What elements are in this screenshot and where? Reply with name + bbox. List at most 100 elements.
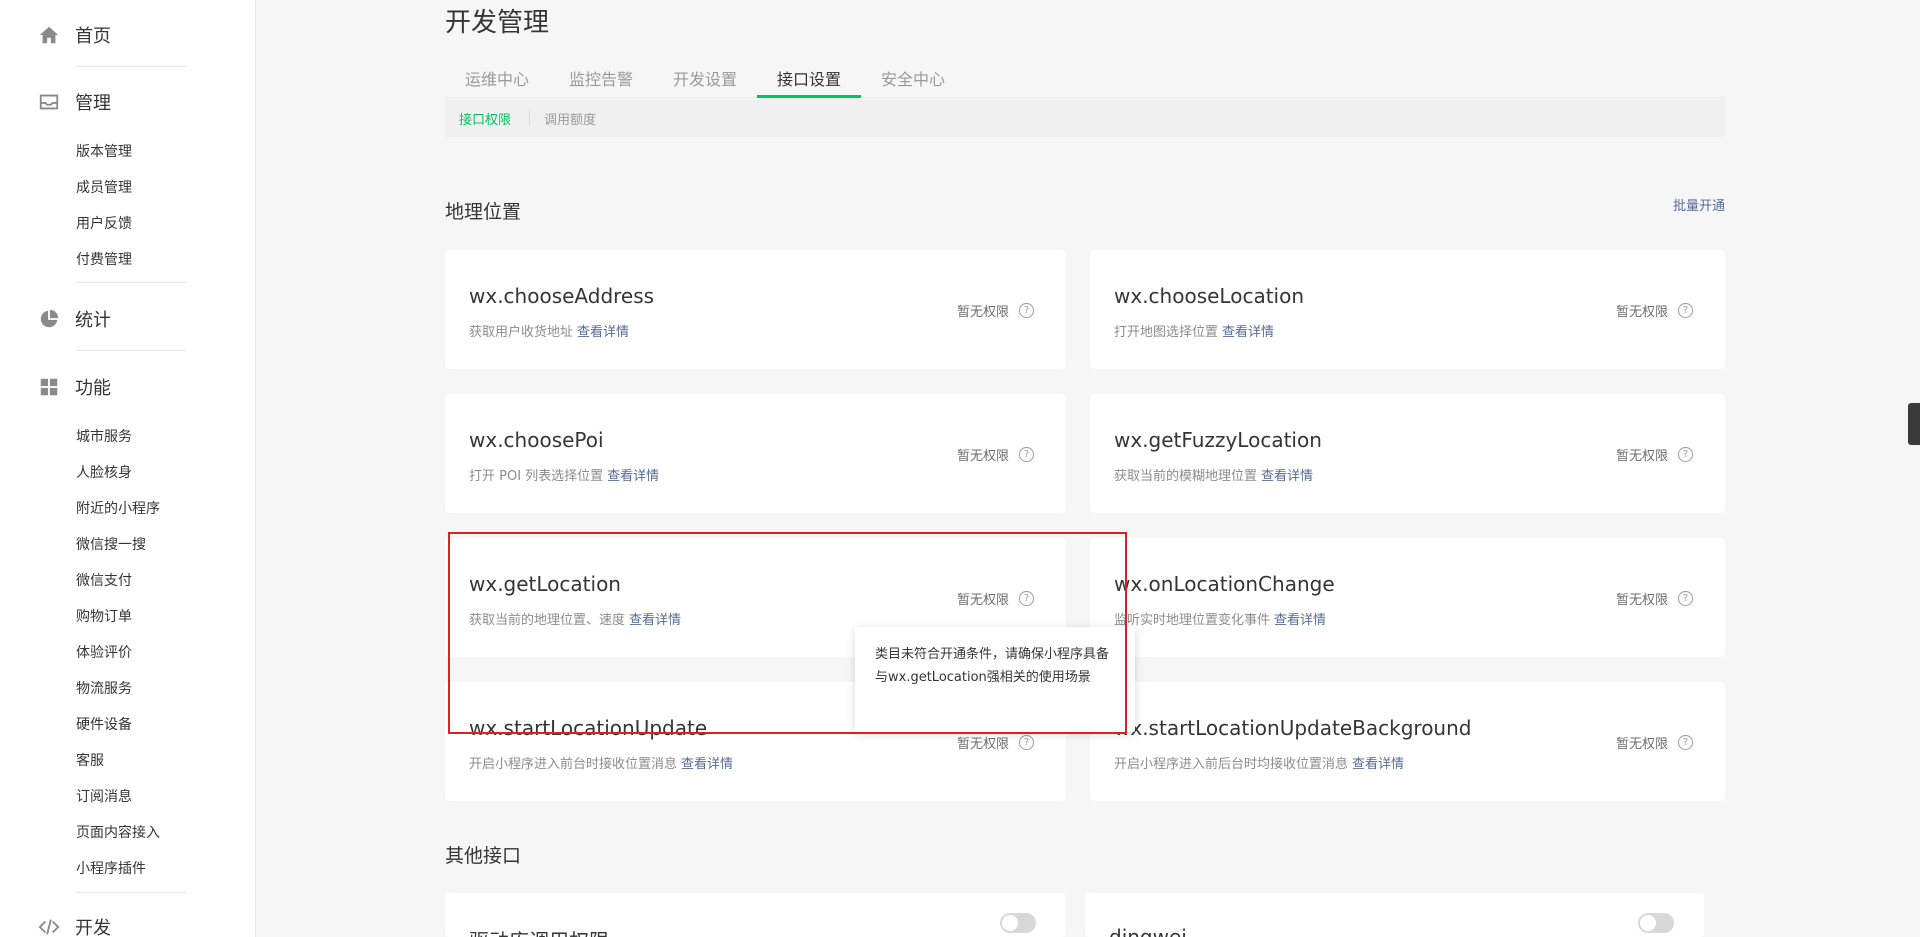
page-title: 开发管理 [445,8,550,38]
permission-toggle[interactable] [1000,913,1036,933]
tab-api-settings[interactable]: 接口设置 [777,66,841,90]
sidebar-item-logistics[interactable]: 物流服务 [76,678,132,698]
api-name: wx.chooseLocation [1114,284,1305,308]
api-name: wx.startLocationUpdateBackground [1114,716,1472,740]
help-icon[interactable]: ? [1019,735,1034,750]
active-tab-indicator [757,95,861,98]
api-name: 驱动库调用权限 [469,925,609,937]
nav-manage[interactable]: 管理 [38,89,111,115]
permission-status: 暂无权限? [957,301,1034,320]
sidebar-item-subscribe[interactable]: 订阅消息 [76,786,132,806]
subtab-bar: 接口权限 调用额度 [445,99,1725,137]
divider [76,282,186,283]
sidebar-item-pay[interactable]: 微信支付 [76,570,132,590]
sidebar-item-orders[interactable]: 购物订单 [76,606,132,626]
sidebar-item-city[interactable]: 城市服务 [76,426,132,446]
detail-link[interactable]: 查看详情 [1222,325,1274,340]
permission-tooltip: 类目未符合开通条件，请确保小程序具备与wx.getLocation强相关的使用场… [855,627,1135,732]
help-icon[interactable]: ? [1019,591,1034,606]
section-title-geo: 地理位置 [445,201,522,223]
detail-link[interactable]: 查看详情 [629,613,681,628]
help-icon[interactable]: ? [1678,303,1693,318]
side-scroll-handle[interactable] [1908,403,1920,445]
sidebar-item-search[interactable]: 微信搜一搜 [76,534,146,554]
api-desc: 获取当前的地理位置、速度 查看详情 [469,613,682,628]
api-name: wx.chooseAddress [469,284,655,308]
nav-dev-label: 开发 [75,918,111,937]
nav-features[interactable]: 功能 [38,374,111,400]
subtab-permissions[interactable]: 接口权限 [459,109,511,128]
detail-link[interactable]: 查看详情 [1352,757,1404,772]
api-name: wx.startLocationUpdate [469,716,708,740]
permission-status: 暂无权限? [957,733,1034,752]
permission-status: 暂无权限? [1616,445,1693,464]
nav-features-label: 功能 [75,378,111,399]
subtab-divider [529,111,530,125]
batch-open-link[interactable]: 批量开通 [1673,195,1725,214]
permission-status: 暂无权限? [957,589,1034,608]
sidebar-item-payment[interactable]: 付费管理 [76,249,132,269]
sidebar-item-version[interactable]: 版本管理 [76,141,132,161]
sidebar-item-content[interactable]: 页面内容接入 [76,822,160,842]
nav-home[interactable]: 首页 [38,22,111,48]
sidebar-item-service[interactable]: 客服 [76,750,104,770]
api-desc: 监听实时地理位置变化事件 查看详情 [1114,613,1327,628]
nav-stats-label: 统计 [75,310,111,331]
grid-icon [40,378,58,396]
sidebar-item-plugin[interactable]: 小程序插件 [76,858,146,878]
api-card: wx.onLocationChange 监听实时地理位置变化事件 查看详情 暂无权… [1090,538,1725,657]
api-desc: 开启小程序进入前台时接收位置消息 查看详情 [469,757,734,772]
nav-stats[interactable]: 统计 [38,306,111,332]
pie-chart-icon [40,309,59,328]
detail-link[interactable]: 查看详情 [1274,613,1326,628]
permission-status: 暂无权限? [957,445,1034,464]
sidebar-item-review[interactable]: 体验评价 [76,642,132,662]
detail-link[interactable]: 查看详情 [607,469,659,484]
sidebar-item-nearby[interactable]: 附近的小程序 [76,498,160,518]
api-card: wx.startLocationUpdateBackground 开启小程序进入… [1090,682,1725,801]
home-icon [39,26,59,44]
detail-link[interactable]: 查看详情 [681,757,733,772]
api-card: wx.getFuzzyLocation 获取当前的模糊地理位置 查看详情 暂无权限… [1090,394,1725,513]
permission-toggle[interactable] [1638,913,1674,933]
detail-link[interactable]: 查看详情 [1261,469,1313,484]
help-icon[interactable]: ? [1678,591,1693,606]
api-name: wx.getLocation [469,572,621,596]
code-icon [38,919,60,935]
tab-bar: 运维中心 监控告警 开发设置 接口设置 安全中心 [445,62,1725,98]
sidebar-item-members[interactable]: 成员管理 [76,177,132,197]
divider [76,66,186,67]
permission-status: 暂无权限? [1616,301,1693,320]
api-desc: 打开 POI 列表选择位置 查看详情 [469,469,660,484]
api-name: wx.choosePoi [469,428,604,452]
subtab-quota[interactable]: 调用额度 [544,109,596,128]
tab-dev-settings[interactable]: 开发设置 [673,66,737,90]
help-icon[interactable]: ? [1019,303,1034,318]
api-name: wx.onLocationChange [1114,572,1335,596]
api-desc: 打开地图选择位置 查看详情 [1114,325,1275,340]
tab-monitor[interactable]: 监控告警 [569,66,633,90]
detail-link[interactable]: 查看详情 [577,325,629,340]
api-name: wx.getFuzzyLocation [1114,428,1322,452]
nav-dev[interactable]: 开发 [38,914,111,937]
tab-security[interactable]: 安全中心 [881,66,945,90]
tab-ops[interactable]: 运维中心 [465,66,529,90]
help-icon[interactable]: ? [1019,447,1034,462]
sidebar-item-feedback[interactable]: 用户反馈 [76,213,132,233]
api-card: 驱动库调用权限 [445,893,1066,937]
divider [76,892,186,893]
permission-status: 暂无权限? [1616,733,1693,752]
sidebar-item-hardware[interactable]: 硬件设备 [76,714,132,734]
sidebar-item-face[interactable]: 人脸核身 [76,462,132,482]
permission-status: 暂无权限? [1616,589,1693,608]
nav-home-label: 首页 [75,26,111,47]
tooltip-arrow [1020,619,1036,627]
sidebar: 首页 管理 版本管理 成员管理 用户反馈 付费管理 统计 功能 城市服务 人脸核… [0,0,256,937]
help-icon[interactable]: ? [1678,735,1693,750]
inbox-icon [39,94,59,110]
api-desc: 获取用户收货地址 查看详情 [469,325,630,340]
help-icon[interactable]: ? [1678,447,1693,462]
section-title-other: 其他接口 [445,845,522,867]
api-card: wx.chooseLocation 打开地图选择位置 查看详情 暂无权限? [1090,250,1725,369]
divider [76,350,186,351]
